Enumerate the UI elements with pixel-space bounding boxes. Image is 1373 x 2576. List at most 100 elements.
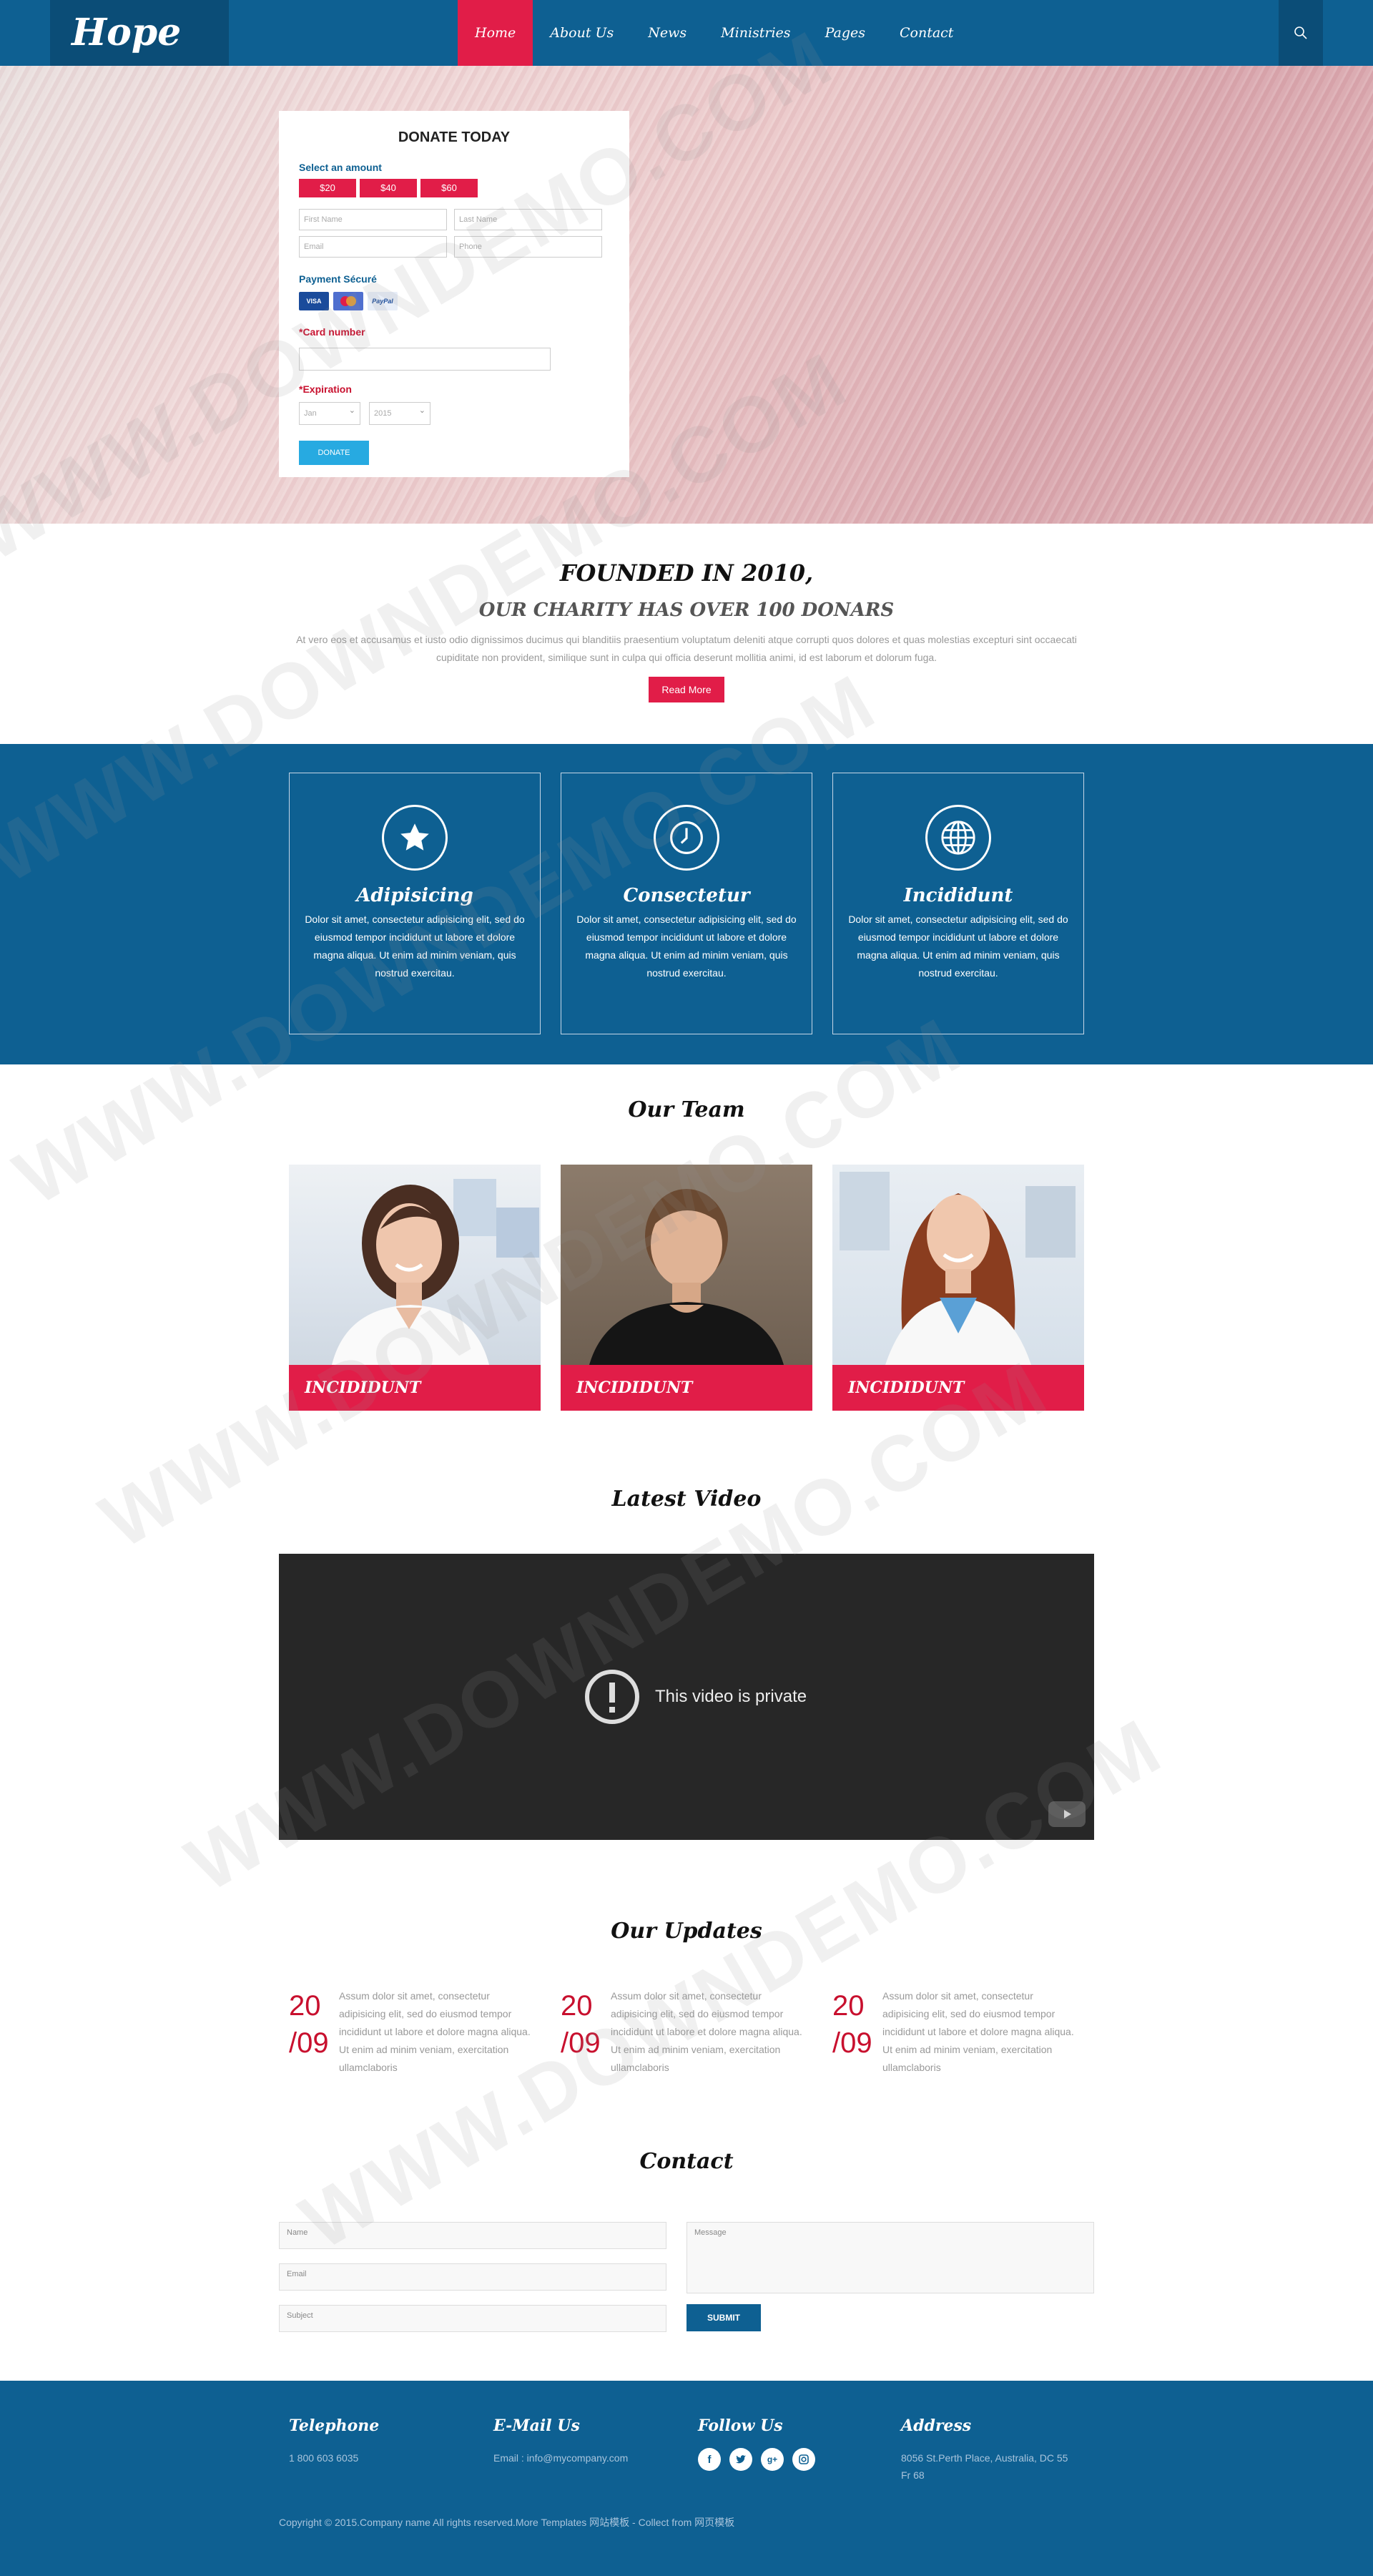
twitter-icon[interactable] — [729, 2448, 752, 2471]
feature-box: Incididunt Dolor sit amet, consectetur a… — [832, 773, 1084, 1034]
feature-text: Dolor sit amet, consectetur adipisicing … — [305, 914, 525, 979]
paypal-icon[interactable]: PayPal — [368, 292, 398, 310]
instagram-icon[interactable] — [792, 2448, 815, 2471]
nav-ministries[interactable]: Ministries — [704, 0, 807, 66]
contact-email-field[interactable]: Email — [279, 2263, 666, 2291]
footer-address-title: Address — [901, 2416, 972, 2435]
globe-icon — [925, 805, 991, 871]
visa-icon[interactable]: VISA — [299, 292, 329, 310]
amount-40-button[interactable]: $40 — [360, 179, 417, 197]
update-date: 20 /09 — [289, 1987, 339, 2077]
first-name-field[interactable]: First Name — [299, 209, 447, 230]
feature-text: Dolor sit amet, consectetur adipisicing … — [848, 914, 1068, 979]
donate-form: DONATE TODAY Select an amount $20 $40 $6… — [279, 111, 629, 477]
footer-telephone-value: 1 800 603 6035 — [289, 2452, 359, 2464]
footer-email-value[interactable]: Email : info@mycompany.com — [493, 2449, 628, 2467]
video-player[interactable]: This video is private — [279, 1554, 1094, 1840]
update-day: 20 — [289, 1990, 321, 2022]
social-links: f g+ — [698, 2448, 815, 2471]
contact-row: Email Phone — [299, 236, 609, 258]
payment-label: Payment Sécuré — [299, 273, 377, 285]
footer-telephone: Telephone 1 800 603 6035 — [289, 2416, 379, 2467]
donate-title: DONATE TODAY — [398, 129, 511, 145]
member-photo — [561, 1165, 812, 1365]
search-button[interactable] — [1279, 0, 1323, 66]
card-number-field[interactable] — [299, 348, 551, 371]
update-day: 20 — [832, 1990, 865, 2022]
google-plus-icon[interactable]: g+ — [761, 2448, 784, 2471]
site-footer: Telephone 1 800 603 6035 E-Mail Us Email… — [0, 2381, 1373, 2576]
contact-message-field[interactable]: Message — [686, 2222, 1094, 2293]
team-member[interactable]: INCIDIDUNT — [289, 1165, 541, 1411]
about-section: FOUNDED IN 2010, OUR CHARITY HAS OVER 10… — [0, 524, 1373, 744]
contact-title: Contact — [639, 2149, 734, 2174]
facebook-icon[interactable]: f — [698, 2448, 721, 2471]
feature-title: Adipisicing — [356, 885, 473, 906]
expiration-label: *Expiration — [299, 383, 352, 395]
hero-background-image — [0, 66, 1373, 524]
update-item[interactable]: 20 /09 Assum dolor sit amet, consectetur… — [289, 1987, 541, 2077]
update-day: 20 — [561, 1990, 593, 2022]
top-navbar: Hope Home About Us News Ministries Pages… — [0, 0, 1373, 66]
update-text: Assum dolor sit amet, consectetur adipis… — [882, 1990, 1074, 2073]
team-member[interactable]: INCIDIDUNT — [832, 1165, 1084, 1411]
video-message-group: This video is private — [584, 1668, 807, 1725]
last-name-field[interactable]: Last Name — [454, 209, 602, 230]
nav-pages[interactable]: Pages — [808, 0, 882, 66]
feature-box: Adipisicing Dolor sit amet, consectetur … — [289, 773, 541, 1034]
team-member[interactable]: INCIDIDUNT — [561, 1165, 812, 1411]
star-icon — [382, 805, 448, 871]
footer-email: E-Mail Us Email : info@mycompany.com — [493, 2416, 628, 2467]
expiration-selects: Jan 2015 — [299, 400, 609, 425]
clock-icon — [654, 805, 719, 871]
submit-button[interactable]: SUBMIT — [686, 2304, 761, 2331]
nav-contact[interactable]: Contact — [882, 0, 970, 66]
mastercard-icon[interactable] — [333, 292, 363, 310]
footer-follow: Follow Us f g+ — [698, 2416, 815, 2471]
phone-field[interactable]: Phone — [454, 236, 602, 258]
founded-title: FOUNDED IN 2010, — [559, 559, 814, 587]
footer-address-value: 8056 St.Perth Place, Australia, DC 55 Fr… — [901, 2452, 1068, 2481]
contact-name-field[interactable]: Name — [279, 2222, 666, 2249]
select-amount-label: Select an amount — [299, 162, 382, 173]
expiration-month-select[interactable]: Jan — [299, 400, 360, 425]
updates-title: Our Updates — [611, 1919, 762, 1944]
member-photo — [832, 1165, 1084, 1365]
amount-options: $20 $40 $60 — [299, 179, 609, 197]
expiration-year-select[interactable]: 2015 — [369, 400, 430, 425]
name-row: First Name Last Name — [299, 209, 609, 230]
feature-title: Incididunt — [903, 885, 1013, 906]
features-section: Adipisicing Dolor sit amet, consectetur … — [0, 744, 1373, 1064]
contact-subject-field[interactable]: Subject — [279, 2305, 666, 2332]
copyright-text: Copyright © 2015.Company name All rights… — [279, 2517, 735, 2528]
footer-address: Address 8056 St.Perth Place, Australia, … — [901, 2416, 1080, 2484]
read-more-button[interactable]: Read More — [649, 677, 724, 702]
footer-email-title: E-Mail Us — [493, 2416, 580, 2435]
donate-button[interactable]: DONATE — [299, 441, 369, 465]
email-field[interactable]: Email — [299, 236, 447, 258]
founded-subtitle: OUR CHARITY HAS OVER 100 DONARS — [478, 599, 895, 621]
nav-about-us[interactable]: About Us — [533, 0, 631, 66]
member-name: INCIDIDUNT — [289, 1365, 541, 1411]
main-nav: Home About Us News Ministries Pages Cont… — [458, 0, 970, 66]
search-icon — [1294, 26, 1307, 39]
site-logo[interactable]: Hope — [50, 0, 229, 66]
member-photo — [289, 1165, 541, 1365]
amount-20-button[interactable]: $20 — [299, 179, 356, 197]
member-name: INCIDIDUNT — [832, 1365, 1084, 1411]
hero-banner: DONATE TODAY Select an amount $20 $40 $6… — [0, 66, 1373, 524]
update-text: Assum dolor sit amet, consectetur adipis… — [611, 1990, 802, 2073]
nav-news[interactable]: News — [631, 0, 704, 66]
update-month: /09 — [832, 2027, 872, 2059]
update-item[interactable]: 20 /09 Assum dolor sit amet, consectetur… — [561, 1987, 812, 2077]
update-item[interactable]: 20 /09 Assum dolor sit amet, consectetur… — [832, 1987, 1084, 2077]
update-month: /09 — [289, 2027, 329, 2059]
amount-60-button[interactable]: $60 — [420, 179, 478, 197]
youtube-icon[interactable] — [1048, 1801, 1086, 1827]
member-name: INCIDIDUNT — [561, 1365, 812, 1411]
video-title: Latest Video — [611, 1487, 762, 1512]
founded-text: At vero eos et accusamus et iusto odio d… — [296, 634, 1077, 663]
nav-home[interactable]: Home — [458, 0, 533, 66]
payment-cards: VISA PayPal — [299, 292, 609, 310]
update-month: /09 — [561, 2027, 601, 2059]
